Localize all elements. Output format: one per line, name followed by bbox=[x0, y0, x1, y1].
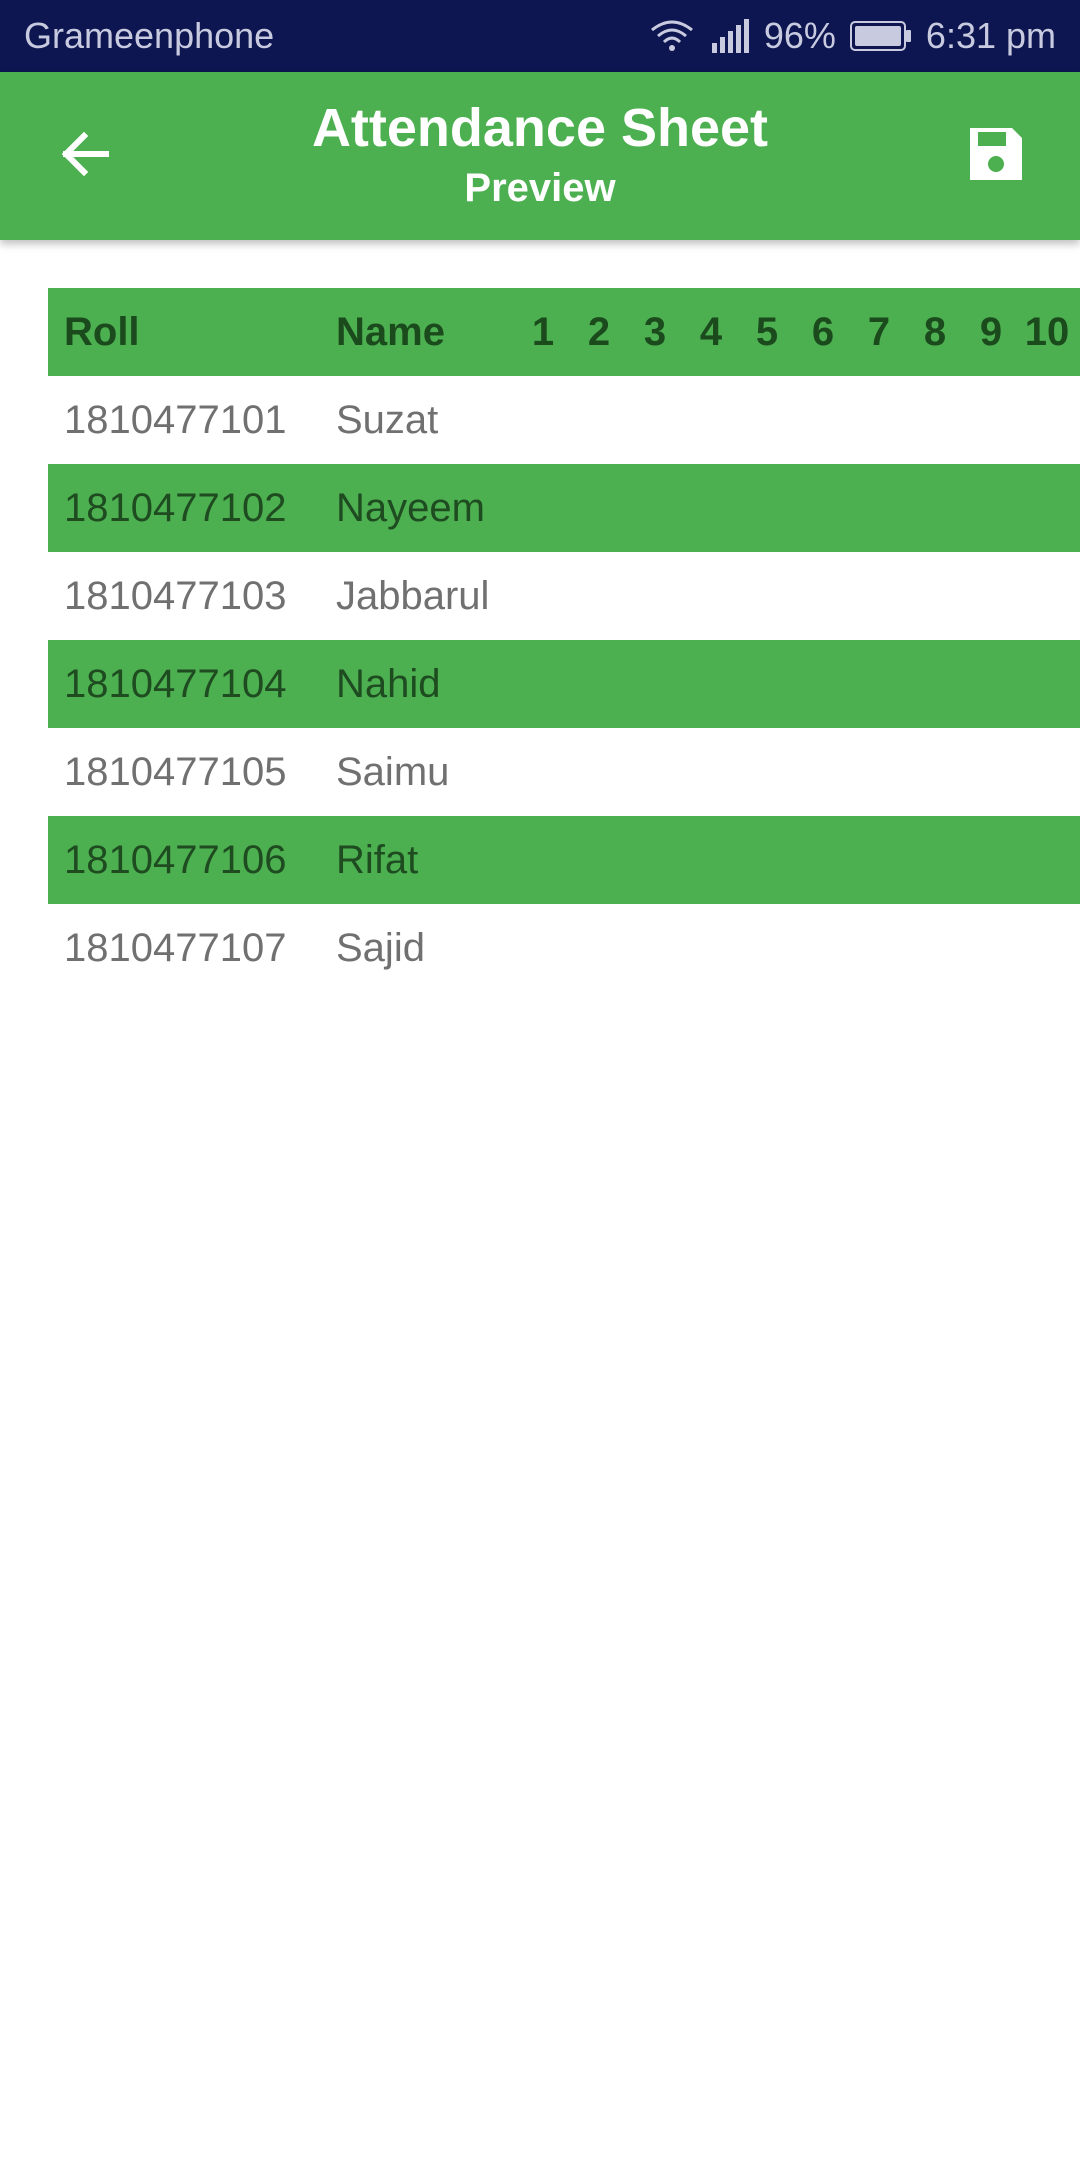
roll-cell: 1810477106 bbox=[64, 837, 287, 882]
name-cell: Jabbarul bbox=[336, 573, 490, 618]
save-button[interactable] bbox=[948, 114, 1044, 198]
floppy-disk-icon bbox=[966, 124, 1026, 189]
roll-cell: 1810477103 bbox=[64, 573, 287, 618]
header-day: 7 bbox=[867, 309, 891, 354]
name-cell: Nahid bbox=[336, 661, 441, 706]
status-icons: 96% 6:31 pm bbox=[648, 15, 1056, 57]
table-row: 1810477102 Nayeem bbox=[48, 464, 1080, 552]
clock: 6:31 pm bbox=[925, 15, 1056, 56]
page-subtitle: Preview bbox=[464, 166, 616, 210]
table-row: 1810477107 Sajid bbox=[48, 904, 1080, 992]
title-block: Attendance Sheet Preview bbox=[200, 96, 880, 216]
battery-icon bbox=[849, 21, 912, 51]
name-cell: Nayeem bbox=[336, 485, 485, 530]
roll-cell: 1810477104 bbox=[64, 661, 287, 706]
name-cell: Saimu bbox=[336, 749, 450, 794]
roll-cell: 1810477102 bbox=[64, 485, 287, 530]
header-day: 9 bbox=[979, 309, 1003, 354]
header-roll: Roll bbox=[64, 309, 140, 354]
header-day: 2 bbox=[587, 309, 611, 354]
table-row: 1810477106 Rifat bbox=[48, 816, 1080, 904]
header-day: 5 bbox=[755, 309, 779, 354]
carrier-name: Grameenphone bbox=[24, 15, 275, 56]
status-bar: Grameenphone 96% 6:31 pm bbox=[0, 0, 1080, 72]
back-button[interactable] bbox=[36, 114, 132, 198]
header-day: 3 bbox=[643, 309, 667, 354]
roll-cell: 1810477101 bbox=[64, 397, 287, 442]
header-day: 6 bbox=[811, 309, 835, 354]
attendance-table: Roll Name 1 2 3 4 5 6 7 8 9 10 181047710… bbox=[48, 288, 1080, 992]
table-header-row: Roll Name 1 2 3 4 5 6 7 8 9 10 bbox=[48, 288, 1080, 376]
header-day: 8 bbox=[923, 309, 947, 354]
page-title: Attendance Sheet bbox=[311, 98, 769, 158]
table-row: 1810477101 Suzat bbox=[48, 376, 1080, 464]
header-name: Name bbox=[336, 309, 445, 354]
table-row: 1810477104 Nahid bbox=[48, 640, 1080, 728]
roll-cell: 1810477107 bbox=[64, 925, 287, 970]
arrow-left-icon bbox=[56, 126, 112, 187]
battery-percent: 96% bbox=[763, 15, 836, 56]
table-row: 1810477103 Jabbarul bbox=[48, 552, 1080, 640]
table-row: 1810477105 Saimu bbox=[48, 728, 1080, 816]
header-day: 10 bbox=[1024, 309, 1070, 354]
name-cell: Rifat bbox=[336, 837, 419, 882]
app-bar: Attendance Sheet Preview bbox=[0, 72, 1080, 240]
header-day: 1 bbox=[531, 309, 555, 354]
signal-icon bbox=[710, 19, 750, 53]
name-cell: Suzat bbox=[336, 397, 439, 442]
header-day: 4 bbox=[699, 309, 723, 354]
roll-cell: 1810477105 bbox=[64, 749, 287, 794]
wifi-icon bbox=[648, 18, 696, 54]
name-cell: Sajid bbox=[336, 925, 425, 970]
